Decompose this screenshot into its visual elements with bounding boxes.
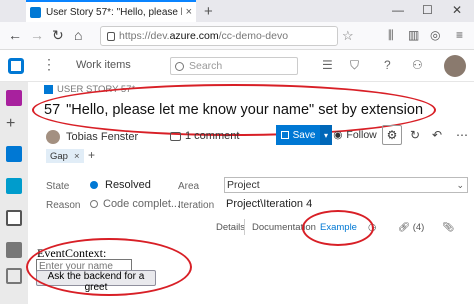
search-box[interactable]: Search [170,57,298,75]
menu-icon[interactable]: ≡ [456,28,463,42]
list-settings-icon[interactable]: ☰ [322,58,333,72]
back-arrow-icon[interactable]: ← [8,27,22,43]
search-icon [175,61,184,71]
marketplace-bag-icon[interactable]: ⛉ [350,58,359,73]
close-window-button[interactable]: ✕ [452,3,462,17]
ask-backend-button[interactable]: Ask the backend for a greet [36,270,156,293]
tab-divider [244,219,245,235]
help-icon[interactable]: ? [384,58,391,72]
tab-details[interactable]: Details [216,222,245,233]
owner-avatar [46,130,60,144]
tab-title: User Story 57*: "Hello, please l [46,6,182,18]
link-icon: 🔗︎ [398,222,411,233]
browser-nav-bar: ← → ↻ ⌂ https://dev.azure.com/cc-demo-de… [0,22,474,50]
project-icon[interactable] [6,90,22,106]
tab-documentation[interactable]: Documentation [252,222,316,233]
overview-icon[interactable] [6,146,22,162]
forward-arrow-icon[interactable]: → [30,27,44,43]
account-icon[interactable]: ◎ [430,28,440,42]
close-tab-icon[interactable]: × [186,6,192,18]
comment-icon [170,131,181,141]
area-value: Project [227,179,260,191]
sprints-icon[interactable] [6,268,22,284]
state-field[interactable]: Resolved [90,179,151,191]
follow-label: Follow [346,129,377,141]
area-field[interactable]: Project ⌄ [224,177,468,193]
reason-field[interactable]: Code complet... [90,198,180,210]
reason-label: Reason [46,200,81,211]
backlog-icon[interactable] [6,242,22,258]
state-label: State [46,181,70,192]
refresh-icon[interactable]: ↻ [410,128,420,142]
azure-devops-favicon-icon [30,6,41,18]
tag-label: Gap [50,150,68,162]
iteration-label: Iteration [178,200,215,211]
more-options-icon[interactable]: ⋮ [42,56,56,73]
iteration-field[interactable]: Project\Iteration 4 [226,198,312,210]
boards-icon[interactable] [6,178,22,194]
minimize-button[interactable]: — [392,3,404,17]
user-story-icon [44,85,53,94]
lock-icon [107,31,115,41]
area-label: Area [178,181,200,192]
work-item-type: USER STORY 57* [44,84,135,95]
work-items-icon[interactable] [6,210,22,226]
azure-devops-logo-icon[interactable] [8,58,24,74]
work-item-type-label: USER STORY 57* [57,84,136,95]
browser-tab-bar: User Story 57*: "Hello, please l × + — ☐… [0,0,474,22]
work-item-title-text: "Hello, please let me know your name" se… [66,102,424,118]
add-tag-button[interactable]: + [88,148,95,162]
undo-icon[interactable]: ↶ [432,128,442,142]
state-dot-icon [90,181,98,189]
attachment-icon[interactable]: 📎︎ [442,222,454,233]
gear-icon[interactable]: ⚙ [382,125,402,145]
owner-name: Tobias Fenster [66,131,139,143]
remove-tag-icon[interactable]: × [74,151,80,162]
maximize-button[interactable]: ☐ [422,3,433,17]
reload-icon[interactable]: ↻ [52,27,64,44]
library-icon[interactable]: ⫼ [388,28,394,43]
reason-value: Code complet... [103,198,181,210]
history-icon[interactable]: ◷ [368,222,376,233]
add-icon[interactable]: + [6,116,22,132]
state-value: Resolved [105,179,151,191]
url-text: https://dev.azure.com/cc-demo-devo [119,30,289,42]
reason-icon [90,200,98,208]
save-label: Save [292,129,316,141]
tab-links[interactable]: 🔗︎ (4) [398,222,424,233]
follow-button[interactable]: ◉ Follow [330,125,380,145]
new-tab-button[interactable]: + [204,3,213,20]
sidebar-icon[interactable]: ▥ [408,28,419,42]
comments-link[interactable]: 1 comment [170,130,239,142]
work-item-id: 57 [44,102,61,118]
url-bar[interactable]: https://dev.azure.com/cc-demo-devo [100,26,338,46]
left-nav: + [0,82,28,304]
iteration-value: Project\Iteration 4 [226,198,313,210]
more-actions-icon[interactable]: ⋯ [456,128,468,142]
comments-count: 1 comment [185,130,240,142]
browser-tab[interactable]: User Story 57*: "Hello, please l × [26,0,196,22]
breadcrumb[interactable]: Work items [76,59,131,71]
save-icon [280,131,289,139]
avatar[interactable] [444,55,466,77]
bookmark-star-icon[interactable]: ☆ [342,28,354,44]
app-header: ⋮ Work items Search ☰ ⛉ ? ⚇ [0,50,474,82]
assigned-to[interactable]: Tobias Fenster [46,130,138,144]
work-item-title[interactable]: 57 "Hello, please let me know your name" … [44,102,423,118]
search-placeholder: Search [189,60,223,72]
chevron-down-icon[interactable]: ⌄ [456,180,464,191]
user-settings-icon[interactable]: ⚇ [412,58,423,72]
save-button[interactable]: Save [276,125,320,145]
home-icon[interactable]: ⌂ [74,27,82,43]
tab-example[interactable]: Example [320,222,357,233]
tag-chip[interactable]: Gap × [46,149,84,163]
eye-icon: ◉ [333,129,343,141]
links-count: (4) [412,222,425,233]
